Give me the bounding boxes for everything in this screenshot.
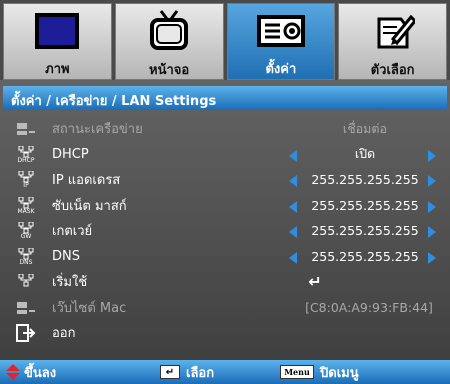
options-icon [371,9,415,53]
network-status-icon [16,119,36,139]
row-apply[interactable]: เริ่มใช้ ↵ [0,269,450,295]
dns-icon: DNS [16,247,36,267]
mask-icon-text: MASK [17,207,35,215]
dhcp-icon-text: DHCP [17,156,35,164]
network-status-value: เชื่อมต่อ [342,120,388,136]
tab-setup-label: ตั้งค่า [265,62,297,77]
tab-options[interactable]: ตัวเลือก [338,3,447,80]
subnet-mask-value: 255.255.255.255 [311,197,419,213]
breadcrumb-title: ตั้งค่า / เครือข่าย / LAN Settings [3,86,447,110]
footer-close: Menu ปิดเมนู [280,362,359,383]
row-ip-address[interactable]: IP IP แอดเดรส 255.255.255.255 [0,167,450,193]
footer-updown: ขึ้นลง [6,362,56,383]
tab-options-label: ตัวเลือก [370,63,415,78]
gateway-label: เกตเวย์ [52,224,93,240]
right-arrow-icon[interactable] [428,200,436,213]
row-subnet-mask[interactable]: MASK ซับเน็ต มาสก์ 255.255.255.255 [0,193,450,219]
row-dhcp[interactable]: DHCP DHCP เปิด [0,142,450,168]
dns-label: DNS [52,248,80,264]
footer-close-label: ปิดเมนู [320,365,359,381]
apply-label: เริ่มใช้ [52,275,88,291]
tv-icon [147,9,191,53]
tab-picture-label: ภาพ [45,62,70,77]
mac-address-value: [C8:0A:A9:93:FB:44] [305,299,433,315]
apply-icon [16,272,36,292]
tab-display-label: หน้าจอ [149,63,190,78]
subnet-mask-label: ซับเน็ต มาสก์ [52,198,127,214]
right-arrow-icon[interactable] [428,149,436,162]
right-arrow-icon[interactable] [428,175,436,187]
menu-key-icon: Menu [280,365,314,379]
row-gateway[interactable]: GW เกตเวย์ 255.255.255.255 [0,218,450,244]
exit-label: ออก [52,326,76,342]
exit-icon [16,323,36,343]
tab-display[interactable]: หน้าจอ [114,3,224,80]
settings-list: สถานะเครือข่าย เชื่อมต่อ DHCP DHCP เปิด … [0,116,450,346]
mac-icon [16,298,36,318]
mac-address-label: เว๊บไซต์ Mac [52,300,127,316]
picture-icon [35,9,80,52]
dns-value: 255.255.255.255 [311,248,419,264]
dhcp-label: DHCP [52,146,89,162]
footer-updown-label: ขึ้นลง [24,365,57,381]
right-arrow-icon[interactable] [428,251,436,264]
network-status-label: สถานะเครือข่าย [52,122,143,138]
enter-key-icon: ↵ [160,365,180,379]
dns-icon-text: DNS [19,258,33,266]
row-network-status: สถานะเครือข่าย เชื่อมต่อ [0,116,450,142]
gateway-icon: GW [16,221,36,241]
menu-tabs: ภาพ หน้าจอ ตั้งค่า ตัวเลือก [0,0,450,80]
dhcp-value: เปิด [354,146,376,162]
enter-icon[interactable]: ↵ [255,272,375,291]
right-arrow-icon[interactable] [428,226,436,238]
osd-menu: ภาพ หน้าจอ ตั้งค่า ตัวเลือก ตั้งค่า / เค… [0,0,450,384]
mask-icon: MASK [16,196,36,216]
gateway-icon-text: GW [20,233,32,240]
tab-setup[interactable]: ตั้งค่า [226,3,336,80]
footer-select: ↵ เลือก [160,362,214,383]
tab-picture[interactable]: ภาพ [3,3,112,80]
ip-address-label: IP แอดเดรส [52,173,121,189]
dhcp-icon: DHCP [16,145,36,165]
footer-select-label: เลือก [186,365,215,381]
updown-icon [6,364,20,380]
row-exit[interactable]: ออก [0,320,450,346]
gateway-value: 255.255.255.255 [311,223,419,239]
ip-icon: IP [16,170,36,190]
ip-icon-text: IP [23,182,29,189]
ip-address-value: 255.255.255.255 [311,172,419,188]
projector-icon [256,9,306,52]
footer-bar: ขึ้นลง ↵ เลือก Menu ปิดเมนู [0,360,450,384]
row-mac-address: เว๊บไซต์ Mac [C8:0A:A9:93:FB:44] [0,295,450,321]
row-dns[interactable]: DNS DNS 255.255.255.255 [0,244,450,270]
